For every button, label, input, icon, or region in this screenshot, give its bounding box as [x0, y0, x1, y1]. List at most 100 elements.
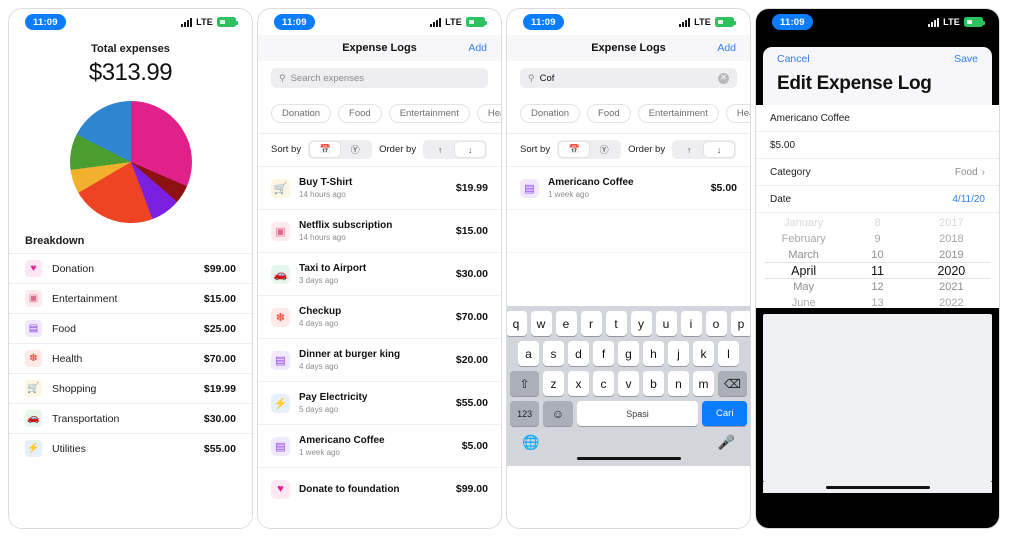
expense-log-row[interactable]: ▤ Dinner at burger king 4 days ago $20.00 [258, 338, 501, 381]
breakdown-row[interactable]: 🛒 Shopping $19.99 [9, 373, 252, 403]
key-z[interactable]: z [543, 371, 564, 396]
category-field[interactable]: Category Food › [756, 159, 999, 186]
search-container: ⚲ Search expenses [258, 61, 501, 94]
space-key[interactable]: Spasi [576, 401, 699, 426]
arrow-up-icon[interactable]: ↑ [674, 142, 704, 157]
picker-item[interactable]: January [784, 215, 823, 231]
clear-icon[interactable]: ✕ [718, 72, 729, 84]
picker-item[interactable]: June [792, 295, 816, 308]
picker-item[interactable]: May [793, 279, 814, 295]
expense-log-row[interactable]: ▤ Americano Coffee 1 week ago $5.00 [258, 424, 501, 467]
key-q[interactable]: q [507, 311, 527, 336]
search-input[interactable]: ⚲ Cof ✕ [520, 68, 737, 88]
date-field[interactable]: Date 4/11/20 [756, 186, 999, 213]
add-button[interactable]: Add [717, 42, 736, 54]
expense-log-row[interactable]: ▣ Netflix subscription 14 hours ago $15.00 [258, 209, 501, 252]
picker-item[interactable]: March [788, 247, 819, 263]
picker-item[interactable]: 8 [874, 215, 880, 231]
dollar-icon[interactable]: Ⓨ [589, 142, 619, 157]
breakdown-row[interactable]: ✽ Health $70.00 [9, 343, 252, 373]
picker-item[interactable]: February [782, 231, 826, 247]
key-r[interactable]: r [580, 311, 602, 336]
key-t[interactable]: t [605, 311, 627, 336]
expense-pie-chart[interactable] [69, 101, 192, 223]
key-l[interactable]: l [718, 341, 739, 366]
arrow-up-icon[interactable]: ↑ [425, 142, 455, 157]
breakdown-row[interactable]: ♥ Donation $99.00 [9, 253, 252, 283]
globe-icon[interactable]: 🌐 [522, 434, 539, 451]
save-button[interactable]: Save [954, 53, 978, 65]
key-h[interactable]: h [643, 341, 664, 366]
calendar-icon[interactable]: 📅 [310, 142, 341, 157]
key-y[interactable]: y [630, 311, 652, 336]
key-k[interactable]: k [693, 341, 714, 366]
chip-entertainment[interactable]: Entertainment [637, 104, 719, 123]
microphone-icon[interactable]: 🎤 [718, 434, 735, 451]
key-g[interactable]: g [618, 341, 639, 366]
date-picker[interactable]: JanuaryFebruaryMarchAprilMayJuneJuly 891… [756, 213, 999, 308]
chip-entertainment[interactable]: Entertainment [388, 104, 470, 123]
key-c[interactable]: c [593, 371, 614, 396]
key-v[interactable]: v [618, 371, 639, 396]
breakdown-row[interactable]: ▣ Entertainment $15.00 [9, 283, 252, 313]
expense-log-row[interactable]: 🚗 Taxi to Airport 3 days ago $30.00 [258, 252, 501, 295]
arrow-down-icon[interactable]: ↓ [704, 142, 735, 157]
chip-health[interactable]: Heal [476, 104, 501, 123]
key-m[interactable]: m [693, 371, 714, 396]
chip-food[interactable]: Food [587, 104, 631, 123]
picker-item[interactable]: 2017 [939, 215, 963, 231]
expense-log-row[interactable]: ▤ Americano Coffee 1 week ago $5.00 [507, 166, 750, 209]
key-n[interactable]: n [668, 371, 689, 396]
picker-item[interactable]: 12 [871, 279, 883, 295]
chip-health[interactable]: Heal [725, 104, 750, 123]
amount-field[interactable]: $5.00 [756, 132, 999, 159]
emoji-icon[interactable]: ☺ [543, 401, 573, 426]
breakdown-row[interactable]: 🚗 Transportation $30.00 [9, 403, 252, 433]
key-s[interactable]: s [543, 341, 564, 366]
search-input[interactable]: ⚲ Search expenses [271, 68, 488, 88]
key-b[interactable]: b [643, 371, 664, 396]
picker-item[interactable]: 2021 [939, 279, 963, 295]
picker-item[interactable]: 13 [871, 295, 883, 308]
key-o[interactable]: o [705, 311, 727, 336]
key-f[interactable]: f [593, 341, 614, 366]
picker-item[interactable]: 10 [871, 247, 883, 263]
key-x[interactable]: x [568, 371, 589, 396]
arrow-down-icon[interactable]: ↓ [455, 142, 486, 157]
chip-donation[interactable]: Donation [271, 104, 332, 123]
phone-logs: 11:09 LTE Expense Logs Add ⚲ Search expe… [257, 8, 502, 529]
key-d[interactable]: d [568, 341, 589, 366]
dollar-icon[interactable]: Ⓨ [340, 142, 370, 157]
backspace-icon[interactable]: ⌫ [718, 371, 747, 396]
key-j[interactable]: j [668, 341, 689, 366]
calendar-icon[interactable]: 📅 [559, 142, 590, 157]
expense-log-row[interactable]: ⚡ Pay Electricity 5 days ago $55.00 [258, 381, 501, 424]
chip-food[interactable]: Food [338, 104, 382, 123]
key-p[interactable]: p [730, 311, 750, 336]
add-button[interactable]: Add [468, 42, 487, 54]
breakdown-row[interactable]: ⚡ Utilities $55.00 [9, 433, 252, 463]
food-icon: ▤ [520, 178, 539, 198]
expense-log-row[interactable]: 🛒 Buy T-Shirt 14 hours ago $19.99 [258, 166, 501, 209]
key-u[interactable]: u [655, 311, 677, 336]
breakdown-label: Donation [52, 262, 95, 275]
expense-log-row[interactable]: ♥ Donate to foundation $99.00 [258, 467, 501, 510]
picker-item[interactable]: 2018 [939, 231, 963, 247]
cancel-button[interactable]: Cancel [777, 53, 810, 65]
expense-log-row[interactable]: ✽ Checkup 4 days ago $70.00 [258, 295, 501, 338]
chip-donation[interactable]: Donation [520, 104, 581, 123]
key-i[interactable]: i [680, 311, 702, 336]
key-e[interactable]: e [555, 311, 577, 336]
name-field[interactable]: Americano Coffee [756, 105, 999, 132]
shift-icon[interactable]: ⇧ [510, 371, 539, 396]
numeric-key[interactable]: 123 [510, 401, 540, 426]
search-key[interactable]: Cari [702, 401, 747, 426]
key-a[interactable]: a [518, 341, 539, 366]
picker-item[interactable]: 2019 [939, 247, 963, 263]
log-title: Taxi to Airport [299, 262, 367, 274]
picker-item[interactable]: 9 [874, 231, 880, 247]
sheet-backdrop[interactable] [756, 35, 999, 47]
breakdown-row[interactable]: ▤ Food $25.00 [9, 313, 252, 343]
picker-item[interactable]: 2022 [939, 295, 963, 308]
key-w[interactable]: w [530, 311, 552, 336]
